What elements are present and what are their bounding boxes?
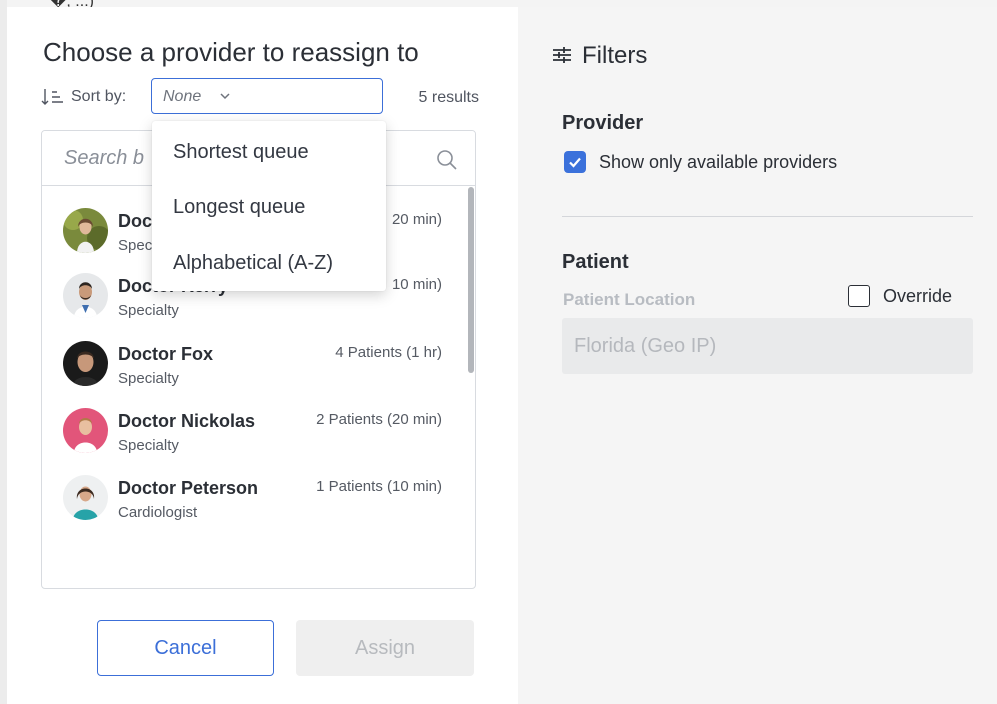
- provider-specialty: Cardiologist: [118, 504, 198, 521]
- avatar: [63, 475, 108, 520]
- provider-picker-panel: Choose a provider to reassign to Sort by…: [7, 7, 518, 704]
- sort-option-shortest-queue[interactable]: Shortest queue: [173, 141, 309, 164]
- window-top-edge: [0, 0, 997, 7]
- provider-queue: 2 Patients (20 min): [316, 411, 442, 428]
- provider-specialty: Specialty: [118, 370, 179, 387]
- avatar: [63, 208, 108, 253]
- patient-location-field: [562, 318, 973, 374]
- sort-selected-value: None: [163, 88, 202, 105]
- provider-name: Doctor Fox: [118, 344, 214, 364]
- sort-label: Sort by:: [71, 88, 127, 105]
- patient-section-label: Patient: [562, 251, 629, 273]
- sort-select[interactable]: None: [151, 78, 383, 114]
- sort-option-alphabetical[interactable]: Alphabetical (A-Z): [173, 252, 333, 275]
- provider-name: Doctor Peterson: [118, 478, 259, 498]
- chevron-down-icon: [220, 93, 230, 100]
- list-scrollbar[interactable]: [468, 187, 474, 373]
- section-divider: [562, 216, 973, 217]
- filters-icon: [553, 47, 571, 63]
- page-title: Choose a provider to reassign to: [43, 37, 419, 67]
- available-providers-label: Show only available providers: [599, 152, 838, 172]
- assign-button: Assign: [296, 620, 474, 676]
- provider-row[interactable]: Doctor Nickolas Specialty 2 Patients (20…: [42, 408, 462, 468]
- cancel-button[interactable]: Cancel: [97, 620, 274, 676]
- provider-row[interactable]: Doctor Fox Specialty 4 Patients (1 hr): [42, 341, 462, 401]
- avatar: [63, 408, 108, 453]
- filters-title: Filters: [582, 42, 648, 69]
- avatar: [63, 341, 108, 386]
- filters-panel: Filters Provider Show only available pro…: [518, 7, 997, 704]
- available-providers-checkbox[interactable]: [564, 151, 586, 173]
- sort-row: Sort by: None 5 results: [41, 78, 481, 116]
- provider-name: Doctor Nickolas: [118, 411, 256, 431]
- provider-queue: 20 min): [391, 211, 442, 228]
- override-label: Override: [883, 286, 953, 306]
- results-count: 5 results: [418, 89, 479, 106]
- provider-queue: 1 Patients (10 min): [316, 478, 442, 495]
- provider-specialty: Specialty: [118, 302, 179, 319]
- provider-row[interactable]: Doctor Peterson Cardiologist 1 Patients …: [42, 475, 462, 535]
- sort-icon: [41, 89, 63, 105]
- search-icon[interactable]: [435, 148, 459, 172]
- sort-dropdown-menu: Shortest queue Longest queue Alphabetica…: [152, 121, 386, 291]
- avatar: [63, 273, 108, 318]
- provider-specialty: Specialty: [118, 437, 179, 454]
- override-checkbox[interactable]: [848, 285, 870, 307]
- check-icon: [569, 157, 581, 168]
- window-left-edge: [0, 0, 7, 704]
- provider-section-label: Provider: [562, 112, 644, 134]
- patient-location-label: Patient Location: [563, 290, 696, 309]
- sort-option-longest-queue[interactable]: Longest queue: [173, 196, 305, 219]
- provider-queue: 4 Patients (1 hr): [335, 344, 442, 361]
- provider-queue: 10 min): [391, 276, 442, 293]
